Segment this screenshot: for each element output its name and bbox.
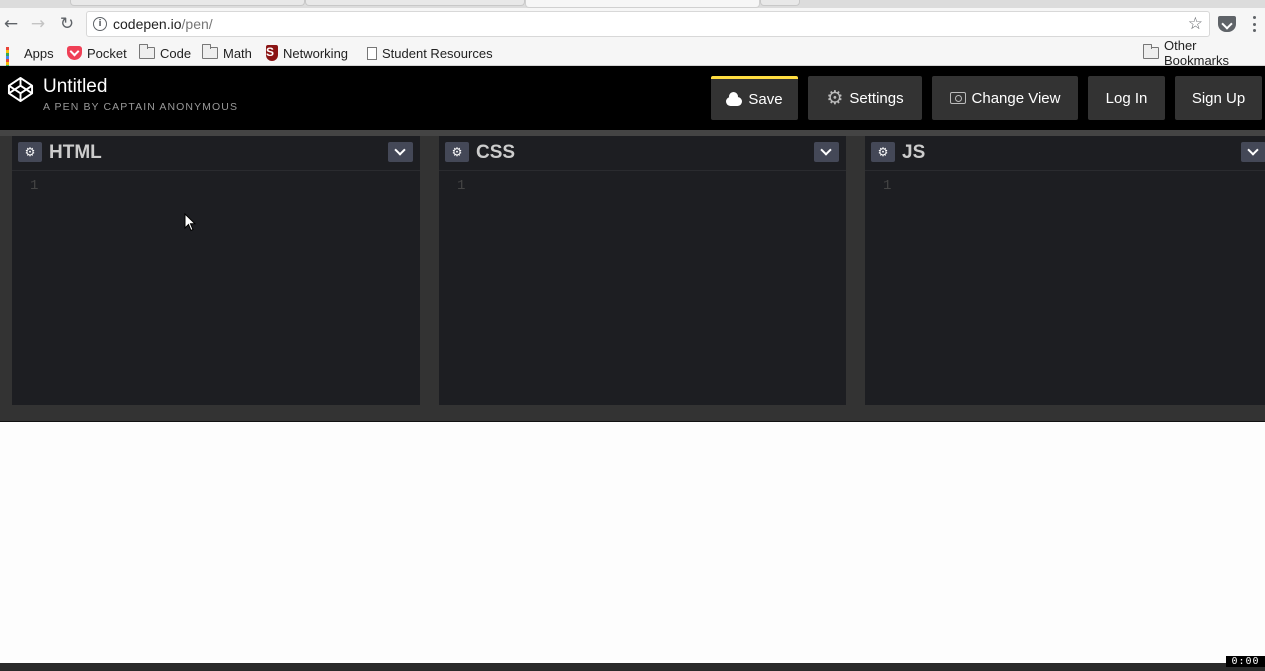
folder-icon [139,44,155,59]
bottom-bar [0,663,1265,671]
bookmark-pocket[interactable]: Pocket [67,44,127,62]
chevron-down-icon[interactable] [388,142,413,162]
page-icon [367,46,377,60]
view-icon [949,92,966,104]
editor-area: ⚙ HTML 1 ⚙ CSS 1 ⚙ JS 1 [0,130,1265,422]
log-in-button[interactable]: Log In [1088,76,1165,120]
address-bar[interactable]: i codepen.io/pen/ ☆ [86,11,1210,37]
line-number: 1 [457,178,466,194]
folder-icon [202,44,218,59]
pocket-icon [67,46,82,60]
bookmark-label: Code [160,45,192,61]
line-number: 1 [30,178,39,194]
bookmarks-bar: Apps Pocket Code Math S Networking Stude… [0,38,1265,74]
browser-tab[interactable] [305,0,525,6]
settings-label: Settings [849,89,904,107]
panel-header: ⚙ JS [865,136,1265,171]
pen-author: A PEN BY CAPTAIN ANONYMOUS [43,101,239,113]
bookmark-other-bookmarks[interactable]: Other Bookmarks [1143,38,1265,68]
preview-area[interactable] [0,422,1265,663]
pocket-extension-icon[interactable] [1218,16,1236,32]
url-text[interactable]: codepen.io/pen/ [113,16,213,32]
bookmark-star-icon[interactable]: ☆ [1188,14,1203,34]
settings-button[interactable]: ⚙ Settings [808,76,922,120]
chevron-down-icon[interactable] [1241,142,1265,162]
chevron-down-icon[interactable] [814,142,839,162]
apps-grid-icon [6,46,19,74]
bookmark-label: Pocket [87,45,127,61]
panel-title: HTML [49,142,102,163]
html-settings-gear-icon[interactable]: ⚙ [18,142,42,162]
css-editor-panel[interactable]: ⚙ CSS 1 [439,136,846,405]
js-settings-gear-icon[interactable]: ⚙ [871,142,895,162]
codepen-header: Untitled A PEN BY CAPTAIN ANONYMOUS Save… [0,66,1265,130]
recording-timer-badge: 0:00 [1226,656,1265,667]
mouse-cursor-icon [184,213,196,232]
change-view-label: Change View [971,89,1061,107]
codepen-logo-icon[interactable] [7,76,34,103]
bookmark-apps[interactable]: Apps [6,44,54,74]
change-view-button[interactable]: Change View [932,76,1078,120]
panel-header: ⚙ HTML [12,136,420,171]
bookmark-folder-code[interactable]: Code [139,44,191,62]
panel-title: JS [902,142,926,163]
css-settings-gear-icon[interactable]: ⚙ [445,142,469,162]
site-info-icon[interactable]: i [93,17,107,31]
log-in-label: Log In [1105,89,1148,107]
bookmark-label: Other Bookmarks [1163,38,1230,68]
browser-toolbar: ← → ↻ i codepen.io/pen/ ☆ [0,8,1265,40]
bookmark-label: Math [223,45,252,61]
cloud-icon [726,92,743,106]
browser-tab-active[interactable] [525,0,760,8]
line-number: 1 [883,178,892,194]
save-button[interactable]: Save [711,76,798,120]
sign-up-label: Sign Up [1191,89,1246,107]
js-editor-panel[interactable]: ⚙ JS 1 [865,136,1265,405]
browser-menu-icon[interactable] [1248,14,1260,34]
gear-icon: ⚙ [826,86,844,109]
browser-tab-strip [0,0,1265,8]
save-label: Save [748,91,783,108]
networking-s-icon: S [266,45,278,61]
bookmark-student-resources[interactable]: Student Resources [367,44,493,62]
browser-tab[interactable] [70,0,305,6]
pen-title[interactable]: Untitled [43,76,107,98]
reload-icon[interactable]: ↻ [56,8,78,40]
new-tab-button[interactable] [760,0,800,6]
bookmark-label: Student Resources [382,45,493,61]
bookmark-label: Networking [283,45,349,61]
back-arrow-icon[interactable]: ← [0,8,22,40]
sign-up-button[interactable]: Sign Up [1175,76,1262,120]
bookmark-label: Apps [24,45,54,61]
bookmark-folder-math[interactable]: Math [202,44,252,62]
forward-arrow-icon[interactable]: → [27,8,49,40]
bookmark-networking[interactable]: S Networking [266,44,348,62]
panel-title: CSS [476,142,516,163]
folder-icon [1143,44,1159,59]
html-editor-panel[interactable]: ⚙ HTML 1 [12,136,420,405]
panel-header: ⚙ CSS [439,136,846,171]
